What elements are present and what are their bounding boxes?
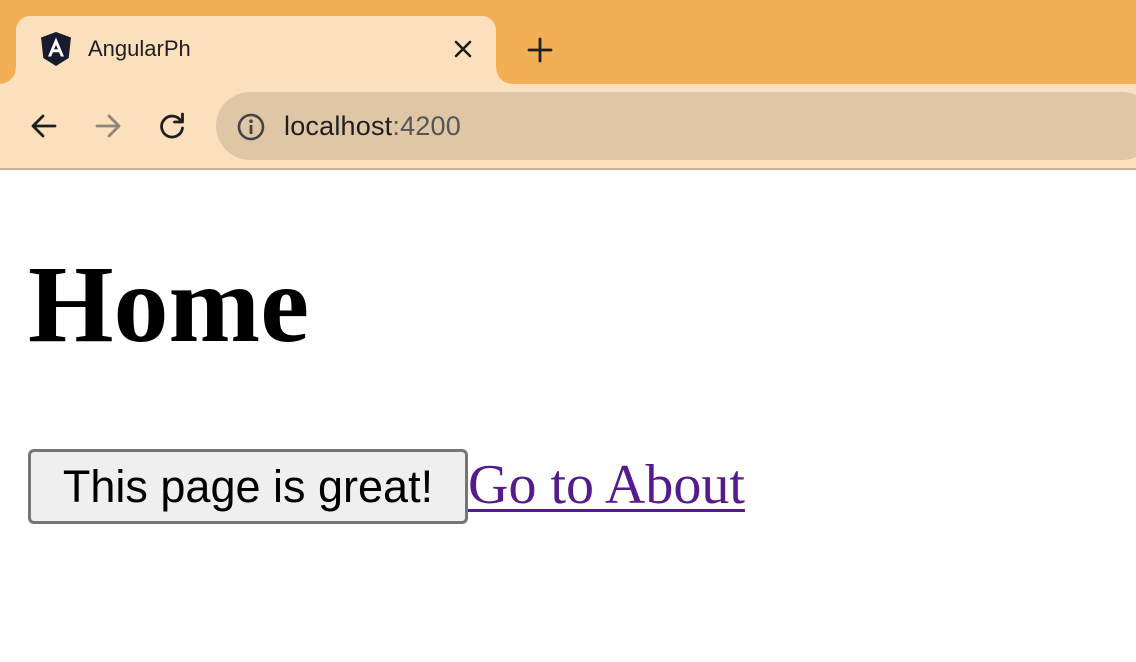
browser-toolbar: localhost:4200 — [0, 84, 1136, 170]
url-port: :4200 — [392, 111, 461, 141]
reload-icon[interactable] — [152, 106, 192, 146]
url-text: localhost:4200 — [284, 110, 461, 142]
page-title: Home — [28, 243, 310, 365]
great-button[interactable]: This page is great! — [28, 449, 468, 524]
address-bar[interactable]: localhost:4200 — [216, 92, 1136, 160]
url-host: localhost — [284, 111, 393, 141]
tab-strip: AngularPh — [0, 0, 1136, 84]
arrow-right-icon[interactable] — [88, 106, 128, 146]
plus-icon[interactable] — [522, 32, 558, 68]
tab-title: AngularPh — [88, 36, 191, 61]
info-icon[interactable] — [236, 112, 266, 142]
arrow-left-icon[interactable] — [24, 106, 64, 146]
about-link[interactable]: Go to About — [468, 450, 745, 520]
close-icon[interactable] — [450, 36, 476, 62]
browser-tab[interactable]: AngularPh — [0, 16, 512, 84]
page-content: Home This page is great! Go to About — [0, 170, 1136, 662]
angular-logo-icon — [40, 32, 72, 66]
